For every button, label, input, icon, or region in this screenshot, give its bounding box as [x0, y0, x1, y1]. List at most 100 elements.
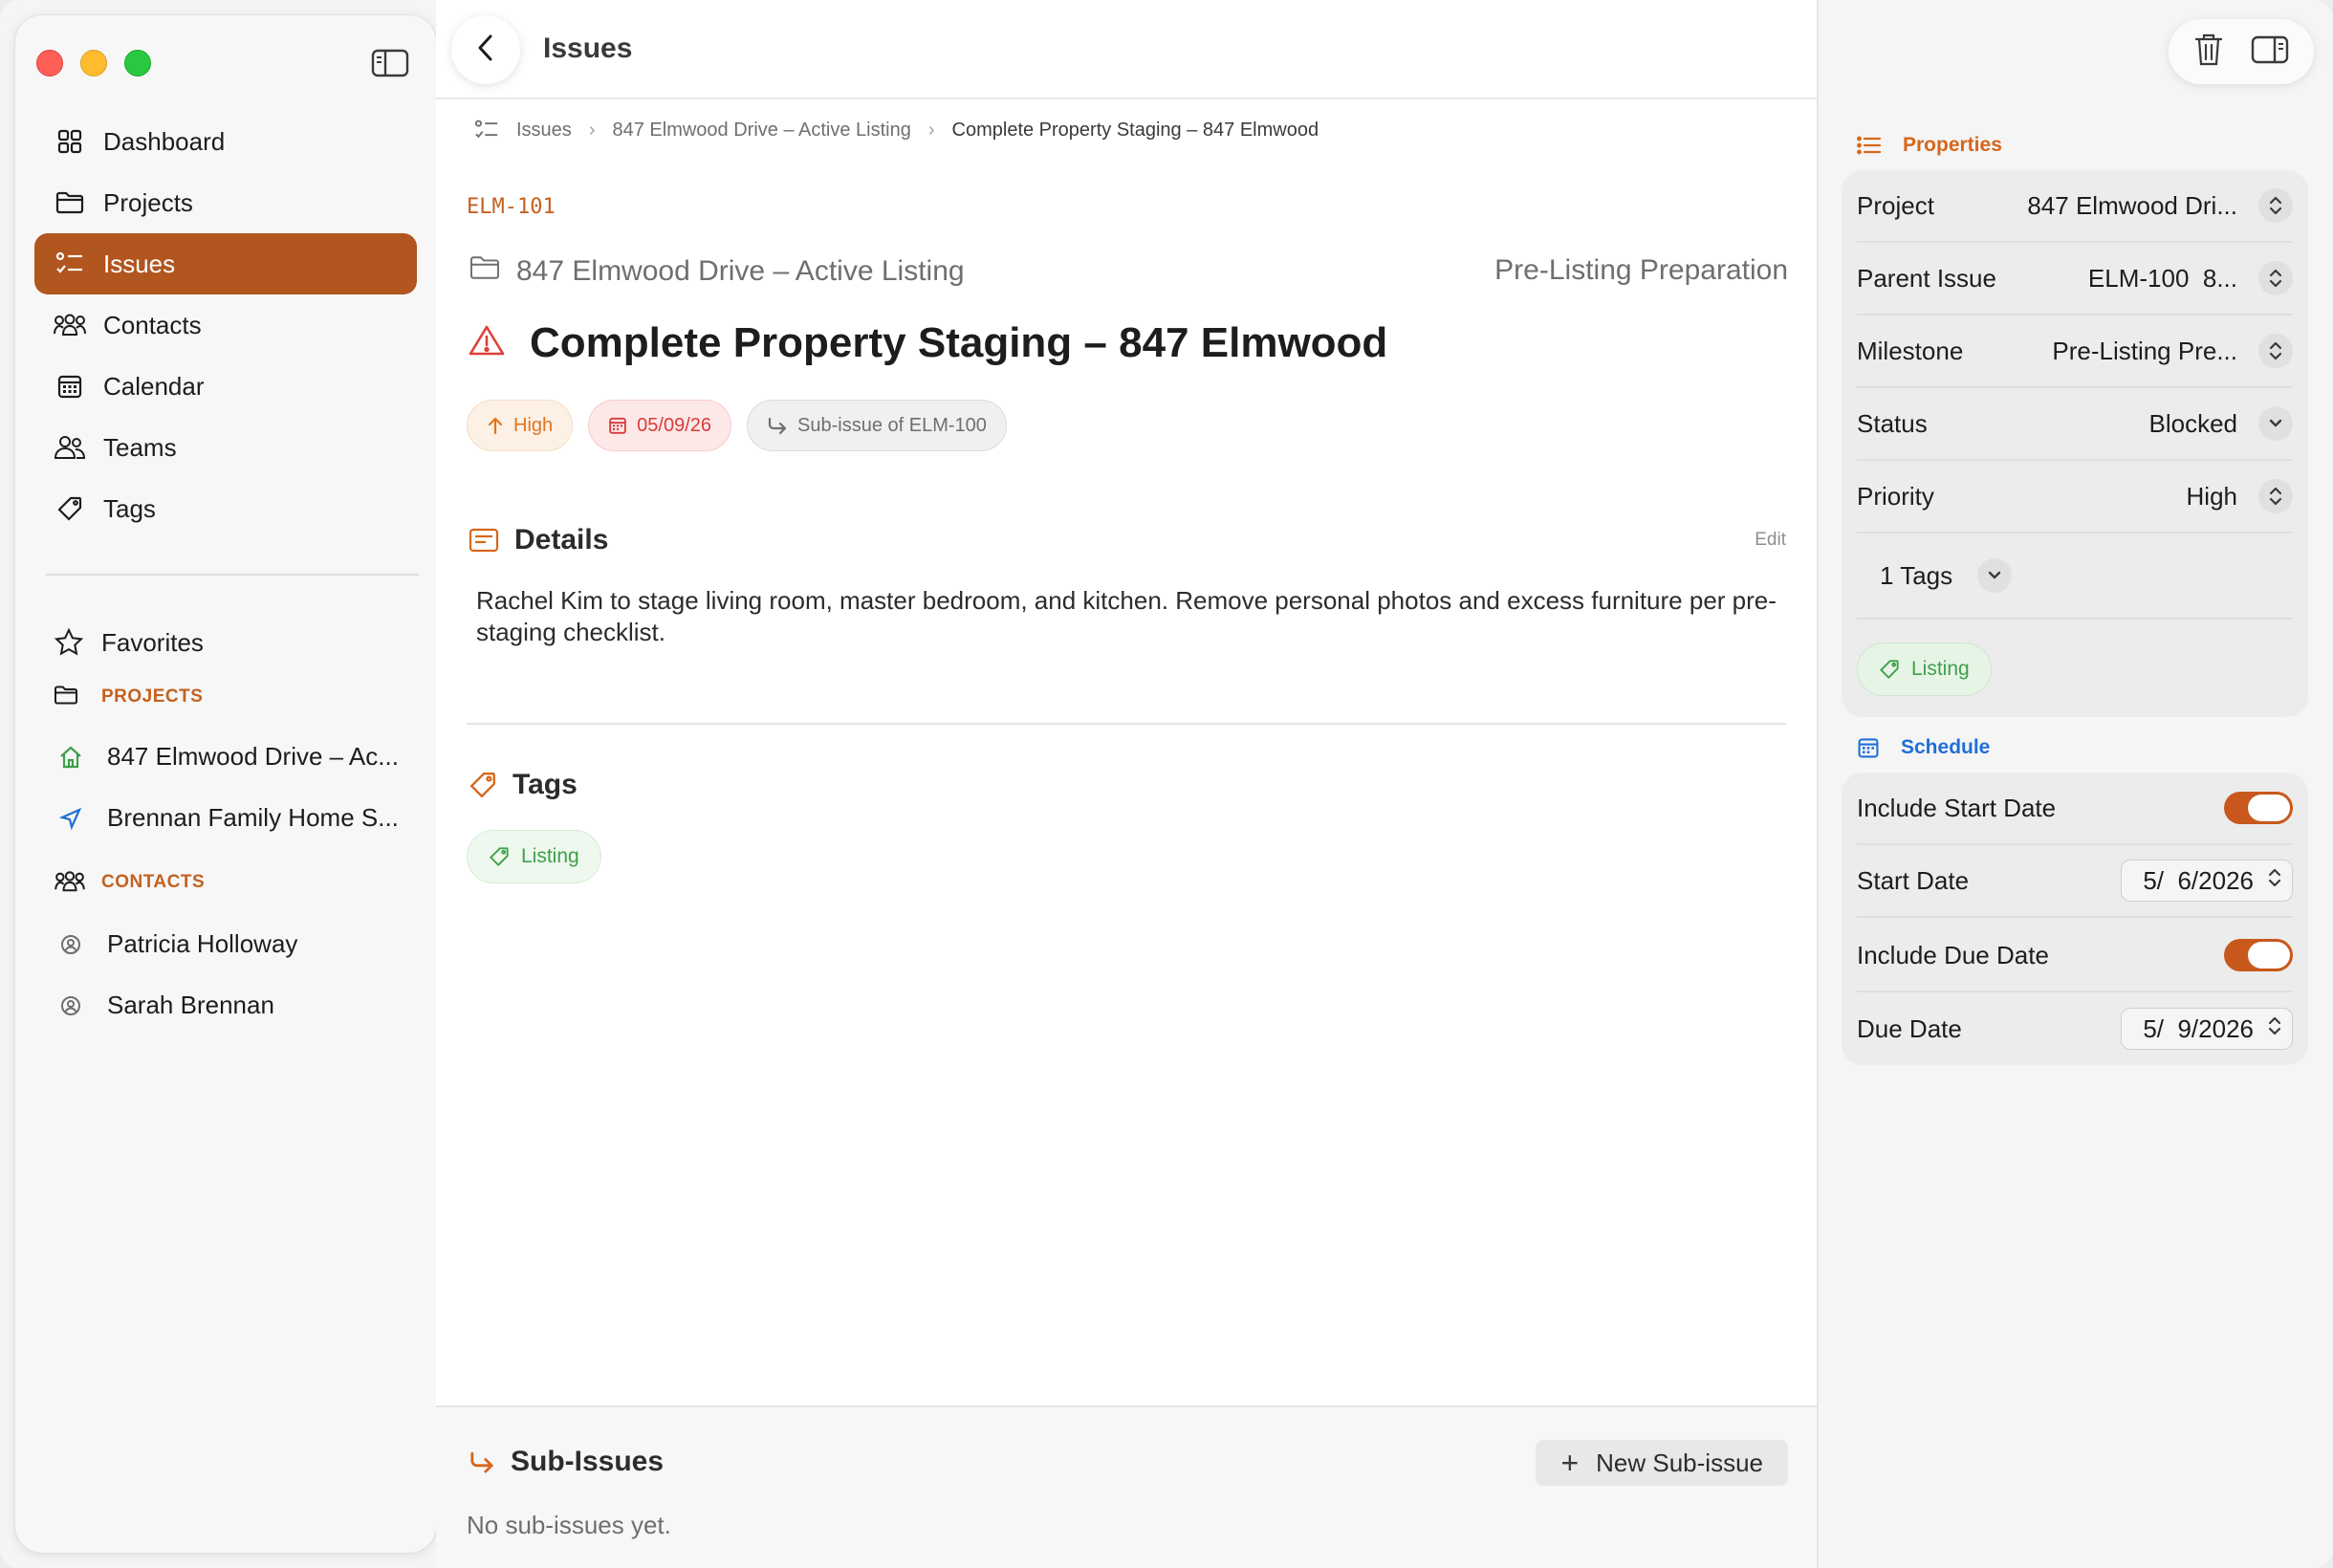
parent-issue-row[interactable]: Parent Issue ELM-100 8...	[1857, 243, 2293, 316]
include-start-toggle[interactable]	[2224, 792, 2293, 824]
up-down-chevron-icon[interactable]	[2258, 188, 2293, 223]
nav-item-tags[interactable]: Tags	[34, 478, 417, 539]
contacts-section-header: CONTACTS	[54, 870, 205, 895]
star-icon	[54, 627, 84, 658]
inspector-toolbar	[2169, 19, 2314, 84]
due-date-chip[interactable]: 05/09/26	[588, 400, 731, 451]
projects-section-header: PROJECTS	[54, 685, 203, 709]
up-down-chevron-icon[interactable]	[2258, 479, 2293, 513]
checklist-icon	[54, 248, 86, 280]
tags-menu-row[interactable]: 1 Tags	[1857, 534, 2293, 620]
tag-chip-listing[interactable]: Listing	[467, 830, 601, 883]
nav-item-issues[interactable]: Issues	[34, 233, 417, 294]
warning-triangle-icon	[469, 319, 505, 367]
section-divider	[467, 723, 1786, 725]
chevron-right-icon: ›	[588, 119, 596, 141]
inspector-panel: Properties Project 847 Elmwood Dri... Pa…	[1817, 0, 2333, 1568]
properties-card: Project 847 Elmwood Dri... Parent Issue …	[1842, 170, 2308, 717]
calendar-icon	[54, 370, 86, 403]
milestone-row[interactable]: Milestone Pre-Listing Pre...	[1857, 316, 2293, 388]
chevron-down-icon[interactable]	[2258, 406, 2293, 441]
people-icon	[54, 431, 86, 464]
issue-project[interactable]: 847 Elmwood Drive – Active Listing	[469, 254, 965, 289]
include-due-toggle[interactable]	[2224, 939, 2293, 971]
up-down-chevron-icon[interactable]	[2258, 261, 2293, 295]
sidebar: Dashboard Projects Issues Contacts Calen…	[15, 15, 436, 1553]
sidebar-project-elmwood[interactable]: 847 Elmwood Drive – Ac...	[57, 742, 430, 772]
sidebar-contact-sarah[interactable]: Sarah Brennan	[57, 991, 430, 1020]
breadcrumb: Issues › 847 Elmwood Drive – Active List…	[474, 119, 1319, 142]
parent-issue-chip[interactable]: Sub-issue of ELM-100	[747, 400, 1007, 451]
subissues-panel: Sub-Issues + New Sub-issue No sub-issues…	[436, 1405, 1817, 1568]
inspector-tag-listing[interactable]: Listing	[1857, 642, 1992, 696]
nav-item-projects[interactable]: Projects	[34, 172, 417, 233]
tag-icon	[469, 771, 497, 799]
nav-label: Dashboard	[103, 126, 226, 156]
edit-details-button[interactable]: Edit	[1755, 530, 1786, 551]
new-subissue-button[interactable]: + New Sub-issue	[1536, 1440, 1788, 1486]
milestone-value: Pre-Listing Pre...	[2052, 336, 2237, 365]
person-circle-icon	[57, 992, 84, 1019]
parent-issue-value: ELM-100 8...	[2087, 263, 2237, 293]
chevron-left-icon	[473, 33, 498, 68]
issue-description: Rachel Kim to stage living room, master …	[476, 586, 1777, 646]
tag-icon	[1879, 659, 1900, 680]
due-date-row: Due Date 5/ 9/2026	[1857, 992, 2293, 1065]
calendar-icon	[1857, 736, 1880, 759]
start-date-picker[interactable]: 5/ 6/2026	[2121, 860, 2293, 902]
issue-chips: High 05/09/26 Sub-issue of ELM-100	[467, 400, 1007, 451]
house-icon	[57, 744, 84, 771]
nav-item-calendar[interactable]: Calendar	[34, 356, 417, 417]
list-icon	[1857, 135, 1882, 156]
nav-item-dashboard[interactable]: Dashboard	[34, 111, 417, 172]
calendar-icon	[608, 416, 627, 435]
up-down-chevron-icon[interactable]	[2267, 1014, 2282, 1044]
nav-label: Calendar	[103, 371, 205, 401]
zoom-window-button[interactable]	[124, 50, 151, 76]
issue-title: Complete Property Staging – 847 Elmwood	[469, 319, 1387, 367]
issue-milestone[interactable]: Pre-Listing Preparation	[1494, 254, 1788, 287]
sidebar-toggle-icon[interactable]	[371, 48, 409, 78]
nav-item-contacts[interactable]: Contacts	[34, 294, 417, 356]
breadcrumb-current: Complete Property Staging – 847 Elmwood	[951, 119, 1319, 141]
chevron-right-icon: ›	[927, 119, 935, 141]
toolbar: Issues	[436, 0, 1817, 99]
nav-label: Teams	[103, 432, 177, 462]
plus-icon: +	[1560, 1445, 1580, 1480]
tags-header: Tags	[469, 769, 578, 801]
nav-label: Issues	[103, 249, 176, 278]
grid-icon	[54, 125, 86, 158]
project-value: 847 Elmwood Dri...	[2027, 190, 2237, 220]
folder-icon	[54, 685, 82, 709]
favorites-label: Favorites	[101, 627, 204, 657]
back-button[interactable]	[451, 15, 520, 84]
nav-item-teams[interactable]: Teams	[34, 417, 417, 478]
arrow-turn-right-icon	[767, 416, 788, 435]
tag-icon	[489, 846, 510, 867]
status-row[interactable]: Status Blocked	[1857, 388, 2293, 461]
main-nav: Dashboard Projects Issues Contacts Calen…	[34, 111, 417, 539]
nav-label: Tags	[103, 493, 156, 523]
breadcrumb-issues[interactable]: Issues	[516, 120, 572, 142]
minimize-window-button[interactable]	[80, 50, 107, 76]
up-down-chevron-icon[interactable]	[2258, 334, 2293, 368]
project-row[interactable]: Project 847 Elmwood Dri...	[1857, 170, 2293, 243]
sidebar-contact-patricia[interactable]: Patricia Holloway	[57, 929, 430, 959]
due-date-picker[interactable]: 5/ 9/2026	[2121, 1008, 2293, 1050]
trash-icon[interactable]	[2193, 33, 2224, 72]
sidebar-project-brennan[interactable]: Brennan Family Home S...	[57, 803, 430, 833]
favorites-item[interactable]: Favorites	[54, 627, 204, 658]
breadcrumb-project[interactable]: 847 Elmwood Drive – Active Listing	[612, 120, 910, 142]
status-value: Blocked	[2148, 408, 2238, 438]
issue-key: ELM-101	[467, 195, 556, 219]
up-down-chevron-icon[interactable]	[2267, 866, 2282, 896]
chevron-down-icon[interactable]	[1977, 558, 2013, 593]
tags-count: 1 Tags	[1880, 560, 1953, 590]
priority-row[interactable]: Priority High	[1857, 461, 2293, 534]
location-arrow-icon	[57, 805, 84, 832]
nav-label: Projects	[103, 187, 193, 217]
close-window-button[interactable]	[36, 50, 63, 76]
inspector-toggle-icon[interactable]	[2251, 34, 2289, 70]
priority-chip[interactable]: High	[467, 400, 574, 451]
tag-icon	[54, 492, 86, 525]
